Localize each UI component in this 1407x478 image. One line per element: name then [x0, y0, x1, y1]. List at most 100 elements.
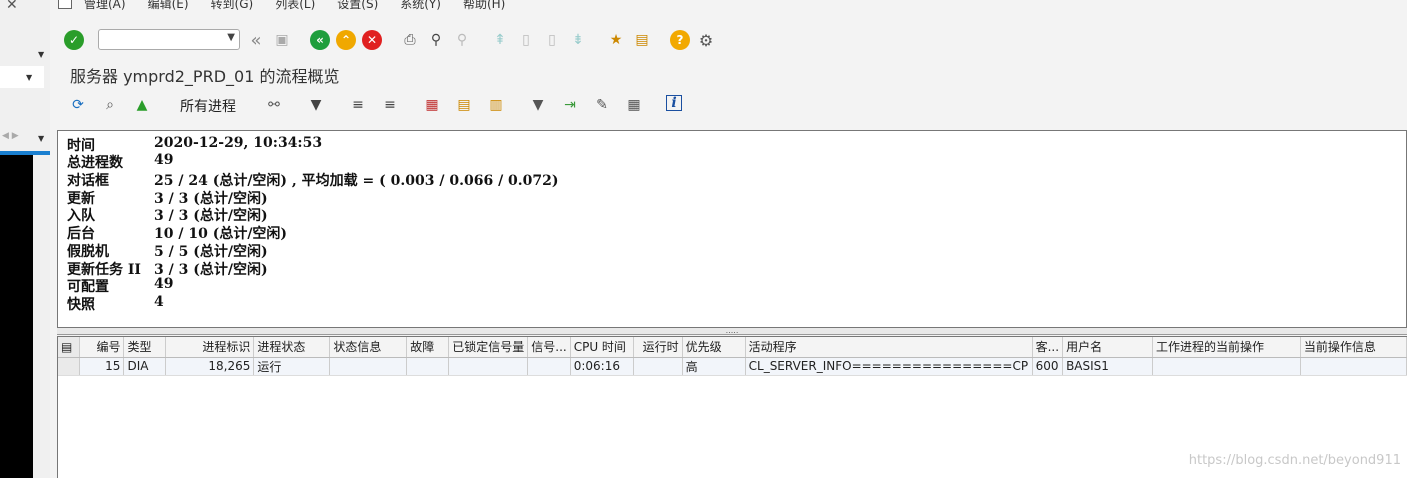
cell-status[interactable]: 运行 [253, 357, 331, 376]
command-field[interactable]: ▼ [98, 29, 240, 50]
menu-list[interactable]: 列表(L) [275, 0, 315, 12]
col-header[interactable]: 信号... [527, 337, 571, 358]
col-header[interactable]: 活动程序 [745, 337, 1033, 358]
new-session-icon[interactable]: ★ [606, 30, 626, 50]
cell-pid[interactable]: 18,265 [165, 357, 255, 376]
cell-runtime[interactable] [633, 357, 683, 376]
splitter-handle[interactable]: ..... [57, 327, 1407, 335]
info-value: 3 / 3 (总计/空闲) [154, 191, 268, 207]
info-panel: 时间 2020-12-29, 10:34:53 总进程数 49 对话框 25 / 24… [57, 130, 1407, 328]
col-header[interactable]: 状态信息 [329, 337, 408, 358]
col-header[interactable]: 故障 [406, 337, 450, 358]
nav-arrows-icon[interactable]: ◀ ▶ [2, 131, 19, 141]
menu-manage[interactable]: 管理(A) [84, 0, 126, 12]
info-icon[interactable]: i [666, 95, 682, 111]
info-value: 3 / 3 (总计/空闲) [154, 262, 268, 278]
chevron-down-icon[interactable]: ▼ [227, 32, 235, 43]
cell-client[interactable]: 600 [1032, 357, 1064, 376]
cell-priority[interactable]: 高 [682, 357, 746, 376]
col-header[interactable]: 优先级 [682, 337, 746, 358]
last-page-icon[interactable]: ⇟ [568, 30, 588, 50]
system-menu-icon[interactable] [58, 0, 72, 9]
left-panel: ✕ ▼ ▼ ◀ ▶ ▼ [0, 0, 50, 478]
exit-icon[interactable]: ⌃ [336, 30, 356, 50]
col-header[interactable]: 用户名 [1062, 337, 1153, 358]
refresh-icon[interactable]: ⟳ [68, 95, 88, 115]
col-header[interactable]: 进程标识 [165, 337, 255, 358]
col-header[interactable]: 类型 [123, 337, 167, 358]
layout-icon[interactable]: ▦ [422, 95, 442, 115]
cell-locked-semaphore[interactable] [448, 357, 529, 376]
gear-icon[interactable]: ⚙ [696, 30, 716, 50]
sort-descending-icon[interactable]: ≡ [380, 95, 400, 115]
watermark: https://blog.csdn.net/beyond911 [1188, 453, 1401, 468]
shortcut-icon[interactable]: ▤ [632, 30, 652, 50]
save-icon[interactable]: ▣ [272, 30, 292, 50]
left-dropdown[interactable] [0, 66, 44, 88]
info-value: 25 / 24 (总计/空闲) , 平均加载 = ( 0.003 / 0.066… [154, 173, 559, 189]
table-row[interactable]: 15 DIA 18,265 运行 0:06:16 高 CL_SERVER_INF… [58, 357, 1407, 376]
menu-goto[interactable]: 转到(G) [211, 0, 254, 12]
cell-program[interactable]: CL_SERVER_INFO================CP [745, 357, 1033, 376]
info-row: 后台 10 / 10 (总计/空闲) [67, 223, 288, 242]
menu-system[interactable]: 系统(Y) [400, 0, 441, 12]
page-title: 服务器 ymprd2_PRD_01 的流程概览 [70, 67, 340, 86]
users-icon[interactable]: ▲ [132, 95, 152, 115]
col-header[interactable]: 工作进程的当前操作 [1152, 337, 1301, 358]
grid-header-row: ▤ 编号 类型 进程标识 进程状态 状态信息 故障 已锁定信号量 信号... C… [58, 337, 1407, 358]
col-header[interactable]: 运行时 [633, 337, 683, 358]
col-header[interactable]: 当前操作信息 [1300, 337, 1407, 358]
cell-action-info[interactable] [1300, 357, 1407, 376]
cancel-icon[interactable]: ✕ [362, 30, 382, 50]
all-processes-button[interactable]: 所有进程 [180, 96, 236, 116]
row-selector[interactable] [58, 357, 81, 376]
print-icon[interactable]: ⎙ [400, 30, 420, 50]
find-icon[interactable]: ⚲ [426, 30, 446, 50]
info-row: 对话框 25 / 24 (总计/空闲) , 平均加载 = ( 0.003 / 0.… [67, 170, 559, 189]
col-header[interactable]: 进程状态 [253, 337, 331, 358]
info-value: 10 / 10 (总计/空闲) [154, 226, 288, 242]
chevron-down-icon[interactable]: ▼ [26, 73, 32, 82]
filter-icon[interactable]: ▼ [306, 95, 326, 115]
cell-current-action[interactable] [1152, 357, 1301, 376]
menu-help[interactable]: 帮助(H) [463, 0, 505, 12]
info-row: 更新任务 II 3 / 3 (总计/空闲) [67, 259, 268, 278]
cell-user[interactable]: BASIS1 [1062, 357, 1153, 376]
back-icon[interactable]: « [310, 30, 330, 50]
cell-cpu-time[interactable]: 0:06:16 [570, 357, 634, 376]
help-icon[interactable]: ? [670, 30, 690, 50]
cell-status-info[interactable] [329, 357, 408, 376]
chevron-down-icon[interactable]: ▼ [38, 50, 44, 59]
select-all-icon[interactable]: ▤ [58, 337, 81, 358]
details-icon[interactable]: ⌕ [100, 95, 120, 115]
info-label: 后台 [67, 226, 95, 242]
select-layout-icon[interactable]: ▤ [454, 95, 474, 115]
sort-ascending-icon[interactable]: ≡ [348, 95, 368, 115]
col-header[interactable]: CPU 时间 [570, 337, 634, 358]
previous-page-icon[interactable]: ▯ [516, 30, 536, 50]
word-processing-icon[interactable]: ✎ [592, 95, 612, 115]
menu-settings[interactable]: 设置(S) [337, 0, 378, 12]
col-header[interactable]: 编号 [79, 337, 125, 358]
col-header[interactable]: 已锁定信号量 [448, 337, 529, 358]
enter-check-icon[interactable]: ✓ [64, 30, 84, 50]
export-icon[interactable]: ⇥ [560, 95, 580, 115]
info-label: 对话框 [67, 173, 109, 189]
first-page-icon[interactable]: ⇞ [490, 30, 510, 50]
cell-semaphore[interactable] [527, 357, 571, 376]
menu-edit[interactable]: 编辑(E) [148, 0, 189, 12]
cell-error[interactable] [406, 357, 450, 376]
save-layout-icon[interactable]: ▥ [486, 95, 506, 115]
chevron-down-icon[interactable]: ▼ [38, 134, 44, 143]
find-next-icon[interactable]: ⚲ [452, 30, 472, 50]
next-page-icon[interactable]: ▯ [542, 30, 562, 50]
col-header[interactable]: 客... [1032, 337, 1064, 358]
glasses-icon[interactable]: ⚯ [264, 95, 284, 115]
subtotal-icon[interactable]: ▼ [528, 95, 548, 115]
cell-number[interactable]: 15 [79, 357, 125, 376]
info-row: 入队 3 / 3 (总计/空闲) [67, 205, 268, 224]
close-icon[interactable]: ✕ [6, 0, 18, 13]
spreadsheet-icon[interactable]: ▦ [624, 95, 644, 115]
cell-type[interactable]: DIA [123, 357, 167, 376]
double-chevron-left-icon[interactable]: « [246, 30, 266, 51]
